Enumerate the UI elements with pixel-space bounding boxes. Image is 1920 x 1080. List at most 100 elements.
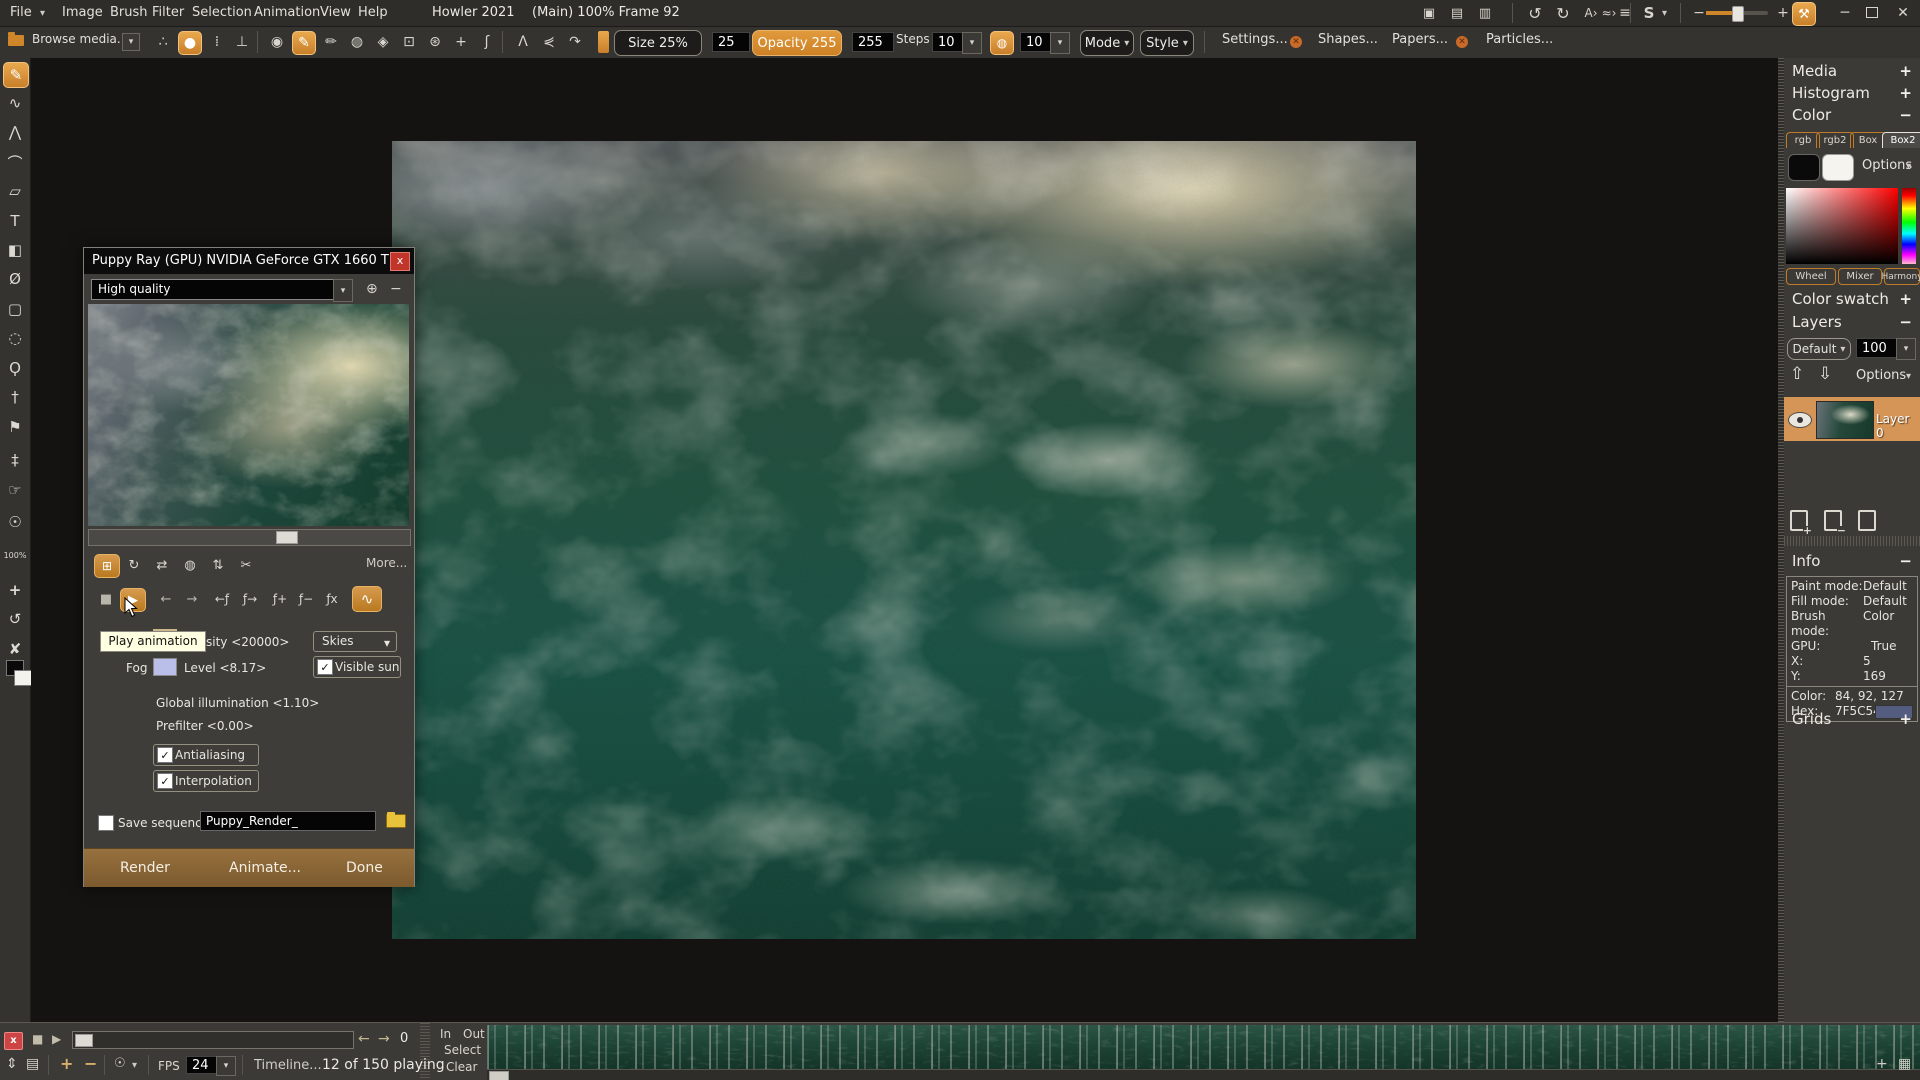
info-collapse-icon[interactable]: −: [1899, 552, 1912, 570]
menu-image[interactable]: Image: [62, 5, 103, 20]
color-swatch-section-header[interactable]: Color swatch: [1792, 290, 1889, 308]
layer-visibility-eye-icon[interactable]: [1788, 412, 1812, 428]
layer-down-icon[interactable]: ⇩: [1818, 364, 1832, 384]
pushpin-tool[interactable]: ‡: [3, 448, 27, 472]
list-icon[interactable]: ≡: [1614, 2, 1636, 24]
layer-opacity-dropdown[interactable]: ▾: [1896, 338, 1916, 360]
rect-select-tool[interactable]: ▢: [3, 297, 27, 321]
dialog-close-button[interactable]: x: [390, 252, 410, 271]
secondary-color-swatch[interactable]: [1822, 154, 1854, 181]
render-button[interactable]: Render: [120, 860, 170, 876]
out-button[interactable]: Out: [463, 1027, 485, 1041]
camera-move-icon[interactable]: ⇄: [150, 554, 174, 576]
curve-tool[interactable]: ⌒: [3, 150, 27, 174]
color-swatch-expand-icon[interactable]: +: [1899, 290, 1912, 308]
saturation-value-picker[interactable]: [1786, 188, 1898, 264]
timeline-close-button[interactable]: x: [4, 1032, 23, 1050]
camera-track-icon[interactable]: ⊞: [94, 554, 120, 578]
globe-swap-icon[interactable]: ⇅: [206, 554, 230, 576]
skies-dropdown[interactable]: Skies ▾: [313, 631, 397, 652]
blend-mode-dropdown[interactable]: Default▾: [1787, 338, 1851, 360]
blend-swirl-icon[interactable]: ◍: [990, 31, 1014, 55]
menu-brush[interactable]: Brush: [110, 5, 148, 20]
fog-color-swatch[interactable]: [153, 658, 177, 676]
tab-harmony[interactable]: Harmony: [1884, 268, 1920, 285]
lasso-icon[interactable]: ʃ: [476, 31, 498, 53]
media-section-header[interactable]: Media: [1792, 62, 1837, 80]
add-layer-icon[interactable]: +: [1790, 510, 1808, 531]
save-sequence-checkbox[interactable]: [98, 815, 114, 831]
histogram-expand-icon[interactable]: +: [1899, 84, 1912, 102]
spray-icon[interactable]: ∴: [152, 31, 174, 53]
rotate-icon[interactable]: ↷: [564, 31, 586, 53]
pencil-icon[interactable]: ✎: [292, 31, 316, 55]
layer-row[interactable]: Layer 0: [1784, 397, 1920, 441]
paste-special-icon[interactable]: ▥: [1474, 2, 1496, 24]
light-table-icon[interactable]: ☉: [114, 1056, 126, 1071]
style-button[interactable]: Style▾: [1140, 30, 1194, 56]
timeline-button[interactable]: Timeline...: [254, 1058, 322, 1073]
curve-editor-icon[interactable]: ∿: [352, 586, 382, 612]
round-brush-icon[interactable]: ●: [178, 31, 202, 55]
new-layer-icon[interactable]: [1858, 510, 1876, 531]
swirl-icon[interactable]: ◍: [346, 31, 368, 53]
layer-thumbnail[interactable]: [1816, 401, 1874, 439]
visible-sun-checkbox-group[interactable]: ✓ Visible sun: [313, 656, 401, 678]
polyline-tool[interactable]: ⋀: [3, 120, 27, 144]
layers-section-header[interactable]: Layers: [1792, 313, 1842, 331]
background-color-swatch[interactable]: [14, 670, 32, 686]
undo-tool[interactable]: ↺: [3, 607, 27, 631]
select-button[interactable]: Select: [444, 1043, 481, 1057]
animate-button[interactable]: Animate...: [229, 860, 301, 876]
fog-level-label[interactable]: Level <8.17>: [184, 661, 266, 675]
chevron-down-icon[interactable]: ▾: [1662, 8, 1667, 19]
keyframe-clear-icon[interactable]: ƒx: [320, 588, 344, 610]
redo-icon[interactable]: ↻: [1552, 2, 1574, 24]
brush-tip-icon[interactable]: ⁞: [206, 31, 228, 53]
canvas-image[interactable]: [392, 141, 1416, 939]
menu-selection[interactable]: Selection: [192, 5, 252, 20]
mode-button[interactable]: Mode▾: [1080, 30, 1134, 56]
tab-rgb[interactable]: rgb: [1786, 132, 1820, 148]
filmstrip-icon[interactable]: ▤: [26, 1056, 39, 1072]
ui-scale-slider[interactable]: [1706, 11, 1768, 15]
filmstrip-scrollbar[interactable]: [487, 1069, 1920, 1080]
menu-filter[interactable]: Filter: [152, 5, 184, 20]
keyframe-add-icon[interactable]: ƒ+: [268, 588, 292, 610]
preview-scrollbar-handle[interactable]: [276, 531, 298, 544]
info-section-header[interactable]: Info: [1792, 552, 1820, 570]
transform-tool[interactable]: ▱: [3, 179, 27, 203]
grids-expand-icon[interactable]: +: [1899, 710, 1912, 728]
tab-wheel[interactable]: Wheel: [1786, 268, 1836, 285]
shapes-button[interactable]: Shapes...: [1318, 32, 1378, 47]
cut-star-tool[interactable]: ✘: [3, 637, 27, 661]
timeline-play-icon[interactable]: ▶: [52, 1032, 61, 1046]
settings-button[interactable]: Settings...: [1222, 32, 1288, 47]
text-tool[interactable]: T: [3, 209, 27, 233]
papers-button[interactable]: Papers...: [1392, 32, 1448, 47]
lamp-tool[interactable]: ☉: [3, 510, 27, 534]
layer-up-icon[interactable]: ⇧: [1790, 364, 1804, 384]
browse-media-dropdown[interactable]: ▾: [122, 33, 140, 51]
tab-rgb2[interactable]: rgb2: [1816, 132, 1854, 148]
fold-icon[interactable]: ⋞: [538, 31, 560, 53]
frame-slider[interactable]: [72, 1031, 354, 1049]
interpolation-checkbox-group[interactable]: ✓ Interpolation: [153, 770, 259, 792]
magnifier-tool[interactable]: Ϙ: [3, 356, 27, 380]
more-button[interactable]: More...: [366, 556, 407, 570]
browse-media-button[interactable]: Browse media...: [32, 32, 128, 46]
settings-close-icon[interactable]: ✕: [1290, 36, 1302, 48]
size-button[interactable]: Size 25%: [614, 30, 702, 56]
menu-file[interactable]: File: [10, 5, 32, 20]
pin-tool[interactable]: †: [3, 385, 27, 409]
add-frame-icon[interactable]: +: [60, 1054, 73, 1073]
pan-hand-tool[interactable]: ☞: [3, 478, 27, 502]
pencil-box-icon[interactable]: ⊡: [398, 31, 420, 53]
prev-frame-icon[interactable]: ←: [154, 588, 178, 610]
primary-color-swatch[interactable]: [1788, 154, 1820, 181]
tab-box2[interactable]: Box2: [1882, 132, 1920, 148]
browse-folder-icon[interactable]: [386, 814, 406, 828]
paste-selection-icon[interactable]: ▤: [1446, 2, 1468, 24]
color-options-button[interactable]: Options: [1862, 158, 1912, 173]
close-button[interactable]: ✕: [1892, 2, 1914, 24]
